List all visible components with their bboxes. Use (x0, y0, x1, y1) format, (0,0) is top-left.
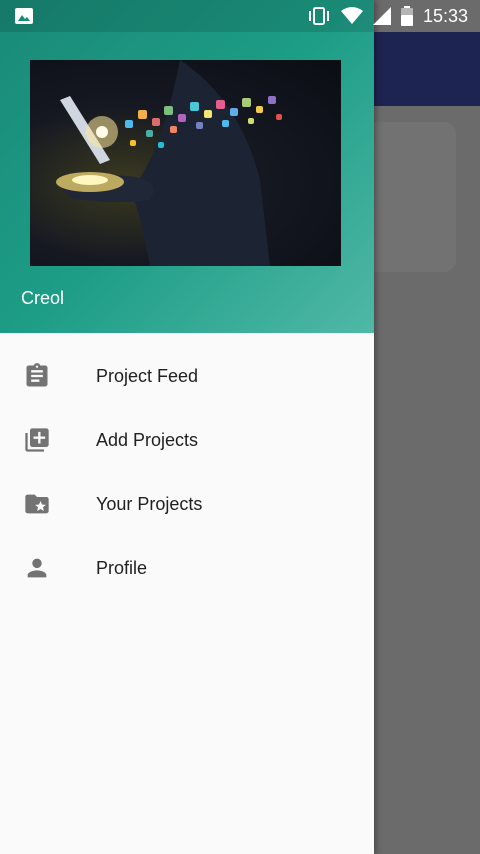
menu-item-profile[interactable]: Profile (0, 536, 374, 600)
drawer-header: Creol (0, 0, 374, 333)
header-user-name: Creol (21, 288, 65, 308)
wifi-icon (340, 7, 363, 25)
library-add-icon (0, 426, 96, 454)
menu-item-label: Add Projects (96, 429, 199, 450)
menu-item-your-projects[interactable]: Your Projects (0, 472, 374, 536)
menu-item-label: Your Projects (96, 493, 203, 514)
menu-item-label: Project Feed (96, 365, 199, 386)
menu-item-add-projects[interactable]: Add Projects (0, 408, 374, 472)
clipboard-icon (0, 362, 96, 390)
technology-hand-icon (30, 60, 341, 266)
signal-icon (372, 7, 391, 25)
menu-item-project-feed[interactable]: Project Feed (0, 344, 374, 408)
navigation-drawer: Creol Project Feed Add Projects Your Pro… (0, 0, 374, 854)
person-icon (0, 554, 96, 582)
status-bar: 15:33 (0, 0, 480, 32)
drawer-menu: Project Feed Add Projects Your Projects (0, 344, 374, 600)
folder-special-icon (0, 490, 96, 518)
status-time: 15:33 (422, 5, 468, 26)
vibrate-icon (307, 6, 331, 26)
image-notification-icon (14, 7, 34, 25)
battery-icon (400, 6, 413, 26)
menu-item-label: Profile (96, 557, 148, 578)
